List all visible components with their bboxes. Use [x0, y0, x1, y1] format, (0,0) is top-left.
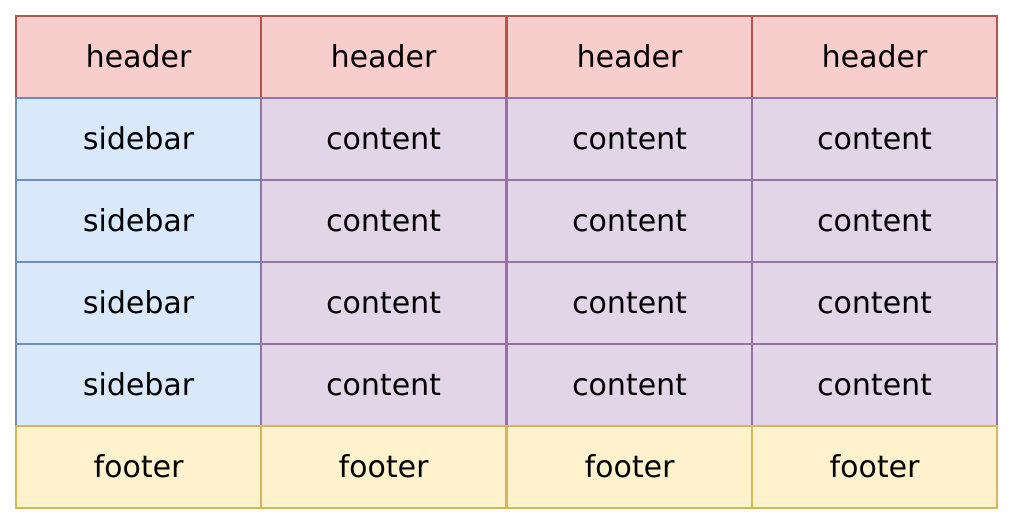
- content-cell: content: [751, 179, 998, 263]
- content-cell: content: [751, 343, 998, 427]
- content-cell: content: [751, 261, 998, 345]
- header-cell: header: [506, 15, 753, 99]
- header-cell: header: [15, 15, 262, 99]
- content-cell: content: [751, 97, 998, 181]
- content-cell: content: [260, 97, 507, 181]
- footer-cell: footer: [15, 425, 262, 509]
- layout-grid-diagram: header header header header sidebar cont…: [15, 15, 998, 509]
- sidebar-cell: sidebar: [15, 179, 262, 263]
- sidebar-cell: sidebar: [15, 261, 262, 345]
- content-cell: content: [506, 343, 753, 427]
- content-cell: content: [260, 179, 507, 263]
- header-cell: header: [260, 15, 507, 99]
- sidebar-cell: sidebar: [15, 97, 262, 181]
- content-cell: content: [260, 261, 507, 345]
- footer-cell: footer: [506, 425, 753, 509]
- content-cell: content: [506, 261, 753, 345]
- footer-cell: footer: [751, 425, 998, 509]
- sidebar-cell: sidebar: [15, 343, 262, 427]
- footer-cell: footer: [260, 425, 507, 509]
- content-cell: content: [506, 179, 753, 263]
- content-cell: content: [506, 97, 753, 181]
- content-cell: content: [260, 343, 507, 427]
- header-cell: header: [751, 15, 998, 99]
